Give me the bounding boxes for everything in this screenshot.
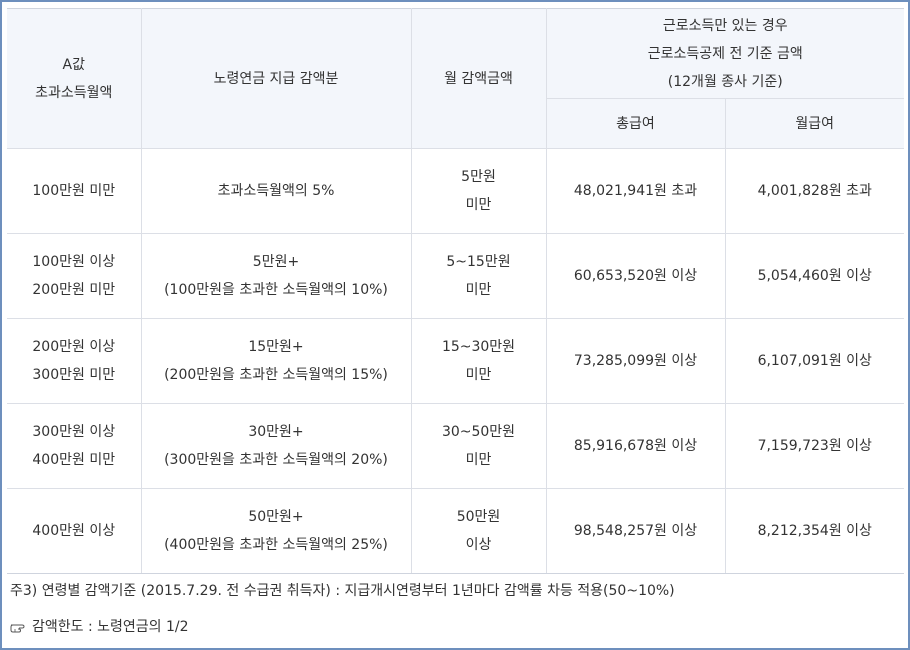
table-row: 100만원 이상 200만원 미만 5만원+ (100만원을 초과한 소득월액의 10…	[7, 233, 904, 319]
income-range-cell: 300만원 이상 400만원 미만	[7, 403, 142, 489]
content-area: A값 초과소득월액 노령연금 지급 감액분 월 감액금액 근로소득만 있는 경우…	[7, 8, 904, 638]
table-body: 100만원 미만 초과소득월액의 5% 5만원 미만 48,021,941원 초과 4,0…	[7, 148, 904, 574]
table-row: 100만원 미만 초과소득월액의 5% 5만원 미만 48,021,941원 초과 4,0…	[7, 148, 904, 234]
reduction-amount-cell: 50만원+ (400만원을 초과한 소득월액의 25%)	[140, 488, 412, 574]
total-pay-cell: 48,021,941원 초과	[545, 148, 726, 234]
notes-section: 주3) 연령별 감액기준 (2015.7.29. 전 수급권 취득자) : 지급…	[7, 580, 904, 638]
header-monthly-pay: 월급여	[724, 98, 904, 149]
total-pay-cell: 60,653,520원 이상	[545, 233, 726, 319]
table-row: 200만원 이상 300만원 미만 15만원+ (200만원을 초과한 소득월액의 1…	[7, 318, 904, 404]
pension-reduction-table: A값 초과소득월액 노령연금 지급 감액분 월 감액금액 근로소득만 있는 경우…	[7, 8, 904, 574]
note-age-based-reduction: 주3) 연령별 감액기준 (2015.7.29. 전 수급권 취득자) : 지급…	[10, 583, 675, 599]
monthly-pay-cell: 6,107,091원 이상	[724, 318, 904, 404]
header-row: A값 초과소득월액 노령연금 지급 감액분 월 감액금액 근로소득만 있는 경우…	[7, 8, 904, 149]
monthly-reduction-cell: 50만원 이상	[410, 488, 547, 574]
table-row: 300만원 이상 400만원 미만 30만원+ (300만원을 초과한 소득월액의 2…	[7, 403, 904, 489]
income-range-cell: 200만원 이상 300만원 미만	[7, 318, 142, 404]
monthly-reduction-cell: 5~15만원 미만	[410, 233, 547, 319]
pointing-hand-icon	[10, 624, 25, 633]
monthly-pay-cell: 4,001,828원 초과	[724, 148, 904, 234]
total-pay-cell: 98,548,257원 이상	[545, 488, 726, 574]
total-pay-cell: 85,916,678원 이상	[545, 403, 726, 489]
page-frame: A값 초과소득월액 노령연금 지급 감액분 월 감액금액 근로소득만 있는 경우…	[0, 0, 910, 650]
table-row: 400만원 이상 50만원+ (400만원을 초과한 소득월액의 25%) 50만원 이…	[7, 488, 904, 574]
reduction-amount-cell: 15만원+ (200만원을 초과한 소득월액의 15%)	[140, 318, 412, 404]
income-range-cell: 100만원 이상 200만원 미만	[7, 233, 142, 319]
header-excess-income: A값 초과소득월액	[7, 8, 142, 149]
reduction-amount-cell: 초과소득월액의 5%	[140, 148, 412, 234]
monthly-pay-cell: 7,159,723원 이상	[724, 403, 904, 489]
income-range-cell: 100만원 미만	[7, 148, 142, 234]
monthly-reduction-cell: 30~50만원 미만	[410, 403, 547, 489]
header-monthly-reduction: 월 감액금액	[410, 8, 547, 149]
monthly-reduction-cell: 5만원 미만	[410, 148, 547, 234]
header-reduction-amount: 노령연금 지급 감액분	[140, 8, 412, 149]
reduction-amount-cell: 30만원+ (300만원을 초과한 소득월액의 20%)	[140, 403, 412, 489]
total-pay-cell: 73,285,099원 이상	[545, 318, 726, 404]
note-reduction-limit-text: 감액한도 : 노령연금의 1/2	[32, 619, 189, 635]
monthly-pay-cell: 8,212,354원 이상	[724, 488, 904, 574]
monthly-reduction-cell: 15~30만원 미만	[410, 318, 547, 404]
note-reduction-limit: 감액한도 : 노령연금의 1/2	[10, 616, 904, 638]
income-range-cell: 400만원 이상	[7, 488, 142, 574]
header-total-pay: 총급여	[545, 98, 726, 149]
monthly-pay-cell: 5,054,460원 이상	[724, 233, 904, 319]
reduction-amount-cell: 5만원+ (100만원을 초과한 소득월액의 10%)	[140, 233, 412, 319]
header-earned-income-only: 근로소득만 있는 경우 근로소득공제 전 기준 금액 (12개월 종사 기준)	[545, 8, 904, 99]
